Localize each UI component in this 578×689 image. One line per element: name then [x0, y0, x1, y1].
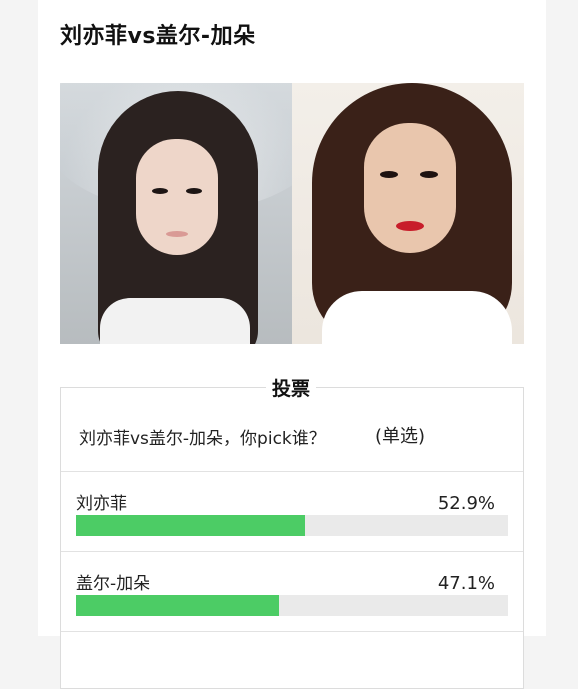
option-label: 盖尔-加朵: [76, 574, 151, 594]
poll-heading: 投票: [266, 374, 317, 401]
eye-shape: [152, 188, 168, 194]
article-title: 刘亦菲vs盖尔-加朵: [60, 24, 256, 49]
option-percent: 52.9%: [437, 493, 495, 514]
poll-box: 投票 刘亦菲vs盖尔-加朵，你pick谁？ (单选) 刘亦菲 52.9% 盖尔-…: [60, 374, 524, 689]
option-percent: 47.1%: [437, 573, 495, 594]
lips-shape: [396, 221, 424, 231]
eye-shape: [186, 188, 202, 194]
photo-gal-gadot: @情感帝: [292, 83, 524, 344]
poll-type-label: (单选): [375, 426, 426, 447]
divider: [61, 471, 523, 472]
option-bar-fill: [76, 595, 280, 616]
divider: [61, 631, 523, 632]
option-bar-track: [76, 595, 508, 616]
photo-liu-yifei: [60, 83, 292, 344]
eye-shape: [420, 171, 438, 178]
divider: [61, 551, 523, 552]
lips-shape: [166, 231, 188, 237]
face-shape: [136, 139, 218, 255]
option-label: 刘亦菲: [76, 494, 127, 514]
poll-question: 刘亦菲vs盖尔-加朵，你pick谁？: [79, 429, 326, 449]
eye-shape: [380, 171, 398, 178]
photo-watermark: @情感帝: [442, 322, 499, 337]
face-shape: [364, 123, 456, 253]
article-card: 刘亦菲vs盖尔-加朵 @情感帝 投票 刘亦菲vs盖尔-加朵，你pick谁？ (单…: [38, 0, 546, 689]
option-bar-track: [76, 515, 508, 536]
option-bar-fill: [76, 515, 305, 536]
shirt-shape: [100, 298, 250, 344]
